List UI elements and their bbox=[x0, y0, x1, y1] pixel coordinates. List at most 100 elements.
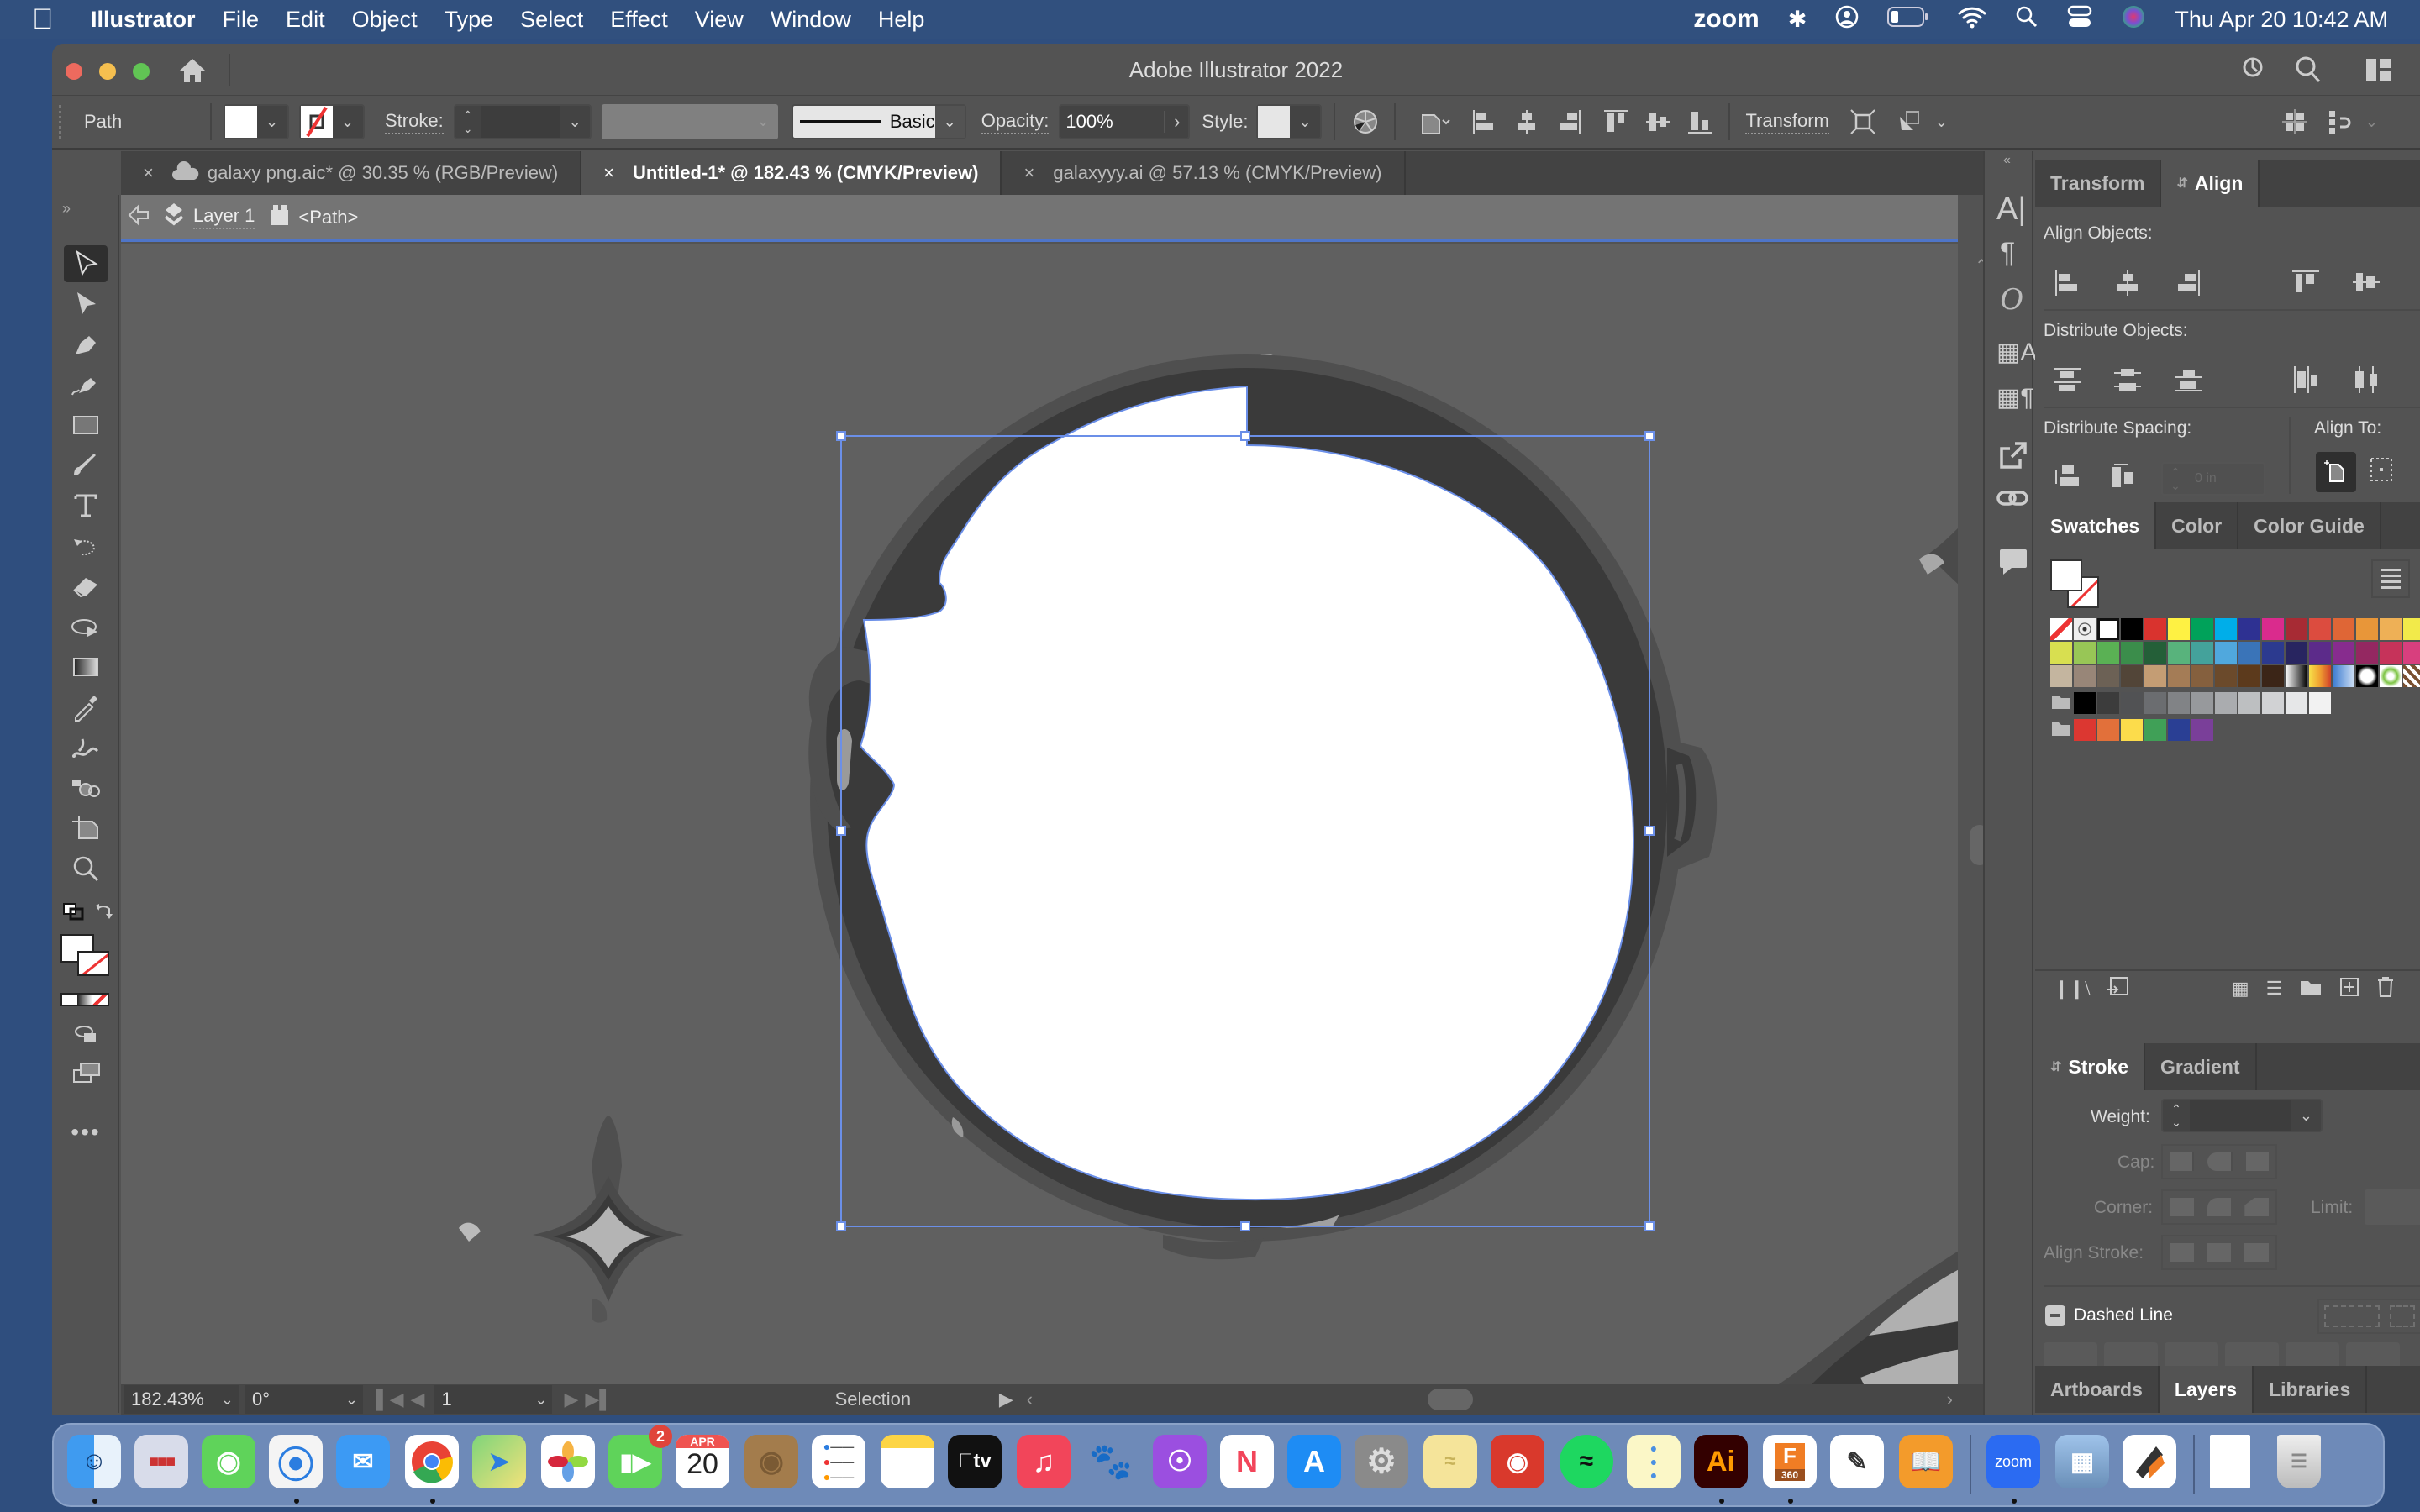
menu-type[interactable]: Type bbox=[445, 7, 494, 33]
swatch[interactable] bbox=[2074, 719, 2096, 741]
doc-tab-galaxy-png[interactable]: × galaxy png.aic* @ 30.35 % (RGB/Preview… bbox=[121, 151, 582, 195]
swatch[interactable] bbox=[2144, 665, 2166, 687]
zoom-level-value[interactable]: 182.43% bbox=[124, 1389, 216, 1410]
battery-icon[interactable] bbox=[1887, 6, 1929, 34]
align-horizontal-center-icon[interactable] bbox=[1510, 105, 1544, 139]
dock-podcasts[interactable]: ☉ bbox=[1153, 1435, 1207, 1488]
menu-view[interactable]: View bbox=[695, 7, 744, 33]
dock-fusion-360[interactable]: F 360 bbox=[1763, 1435, 1817, 1488]
tab-stroke[interactable]: ⇵ Stroke bbox=[2035, 1043, 2145, 1090]
opacity-field[interactable]: 100% › bbox=[1059, 104, 1191, 139]
swatch[interactable] bbox=[2215, 642, 2237, 664]
swatch[interactable] bbox=[2097, 692, 2119, 714]
chevron-down-icon[interactable]: ⌄ bbox=[2357, 113, 2386, 131]
delete-swatch-icon[interactable] bbox=[2376, 976, 2395, 1002]
align-vertical-center-icon[interactable] bbox=[1641, 105, 1675, 139]
swatch[interactable] bbox=[2144, 692, 2166, 714]
distribute-left-button[interactable] bbox=[2289, 363, 2323, 396]
tab-align[interactable]: ⇵ Align bbox=[2161, 160, 2260, 207]
align-horizontal-center-button[interactable] bbox=[2111, 265, 2144, 299]
align-stroke-center-button[interactable] bbox=[2170, 1243, 2194, 1262]
artboard-canvas[interactable] bbox=[121, 244, 2003, 1415]
fill-color-dropdown[interactable]: ⌄ bbox=[224, 104, 289, 139]
swatch[interactable] bbox=[2262, 692, 2284, 714]
distribute-top-button[interactable] bbox=[2050, 363, 2084, 396]
horizontal-scrollbar[interactable] bbox=[1033, 1385, 1947, 1414]
spotlight-search-icon[interactable] bbox=[2015, 5, 2039, 34]
graphic-style-dropdown[interactable]: ⌄ bbox=[1256, 104, 1323, 139]
type-tool[interactable] bbox=[64, 487, 108, 524]
prev-artboard-icon[interactable]: ◀ bbox=[411, 1389, 425, 1410]
swatch[interactable] bbox=[2333, 665, 2354, 687]
align-dash-corners-button[interactable] bbox=[2390, 1305, 2415, 1327]
dock-documents-stack[interactable] bbox=[2210, 1435, 2250, 1488]
default-fill-stroke-icon[interactable] bbox=[62, 902, 84, 925]
swatch[interactable] bbox=[2356, 618, 2378, 640]
paragraph-panel-icon[interactable]: ¶ bbox=[2000, 237, 2015, 270]
dock-paw-app[interactable]: 🐾 bbox=[1084, 1435, 1138, 1488]
dock-reminders[interactable]: ●—— ●—— ●—— bbox=[812, 1435, 865, 1488]
swatch[interactable] bbox=[2238, 692, 2260, 714]
breadcrumb-layer[interactable]: Layer 1 bbox=[193, 205, 255, 229]
spacing-value[interactable]: 0 in bbox=[2188, 471, 2217, 486]
swatch[interactable] bbox=[2168, 719, 2190, 741]
search-icon[interactable] bbox=[2294, 55, 2323, 88]
dock-messages[interactable]: ◉ bbox=[202, 1435, 255, 1488]
swatch[interactable] bbox=[2121, 665, 2143, 687]
swatch[interactable] bbox=[2191, 719, 2213, 741]
swatch[interactable] bbox=[2168, 665, 2190, 687]
dock-mail[interactable]: ✉ bbox=[336, 1435, 390, 1488]
scroll-right-icon[interactable]: › bbox=[1947, 1389, 1953, 1410]
snap-icon[interactable] bbox=[2323, 105, 2357, 139]
opacity-value[interactable]: 100% bbox=[1060, 111, 1164, 133]
gradient-mode-icon[interactable] bbox=[77, 995, 92, 1005]
rotate-tool[interactable] bbox=[64, 528, 108, 564]
spacing-value-field[interactable]: ⌃ ⌄ 0 in bbox=[2161, 462, 2265, 496]
distribute-horizontal-center-button[interactable] bbox=[2349, 363, 2383, 396]
draw-mode-icon[interactable] bbox=[64, 1015, 108, 1052]
round-cap-button[interactable] bbox=[2207, 1152, 2233, 1171]
transform-button[interactable]: Transform bbox=[1745, 110, 1829, 134]
round-join-button[interactable] bbox=[2207, 1198, 2232, 1216]
swatch[interactable] bbox=[2168, 642, 2190, 664]
last-artboard-icon[interactable]: ▶▌ bbox=[585, 1389, 613, 1410]
puppet-warp-tool[interactable] bbox=[64, 729, 108, 766]
dock-books[interactable]: 📖 bbox=[1899, 1435, 1953, 1488]
menu-object[interactable]: Object bbox=[352, 7, 418, 33]
align-top-button[interactable] bbox=[2289, 265, 2323, 299]
swatch[interactable] bbox=[2074, 618, 2096, 640]
comments-icon[interactable] bbox=[1998, 546, 2028, 580]
color-mode-icon[interactable] bbox=[62, 995, 77, 1005]
swatch[interactable] bbox=[2144, 618, 2166, 640]
swatch[interactable] bbox=[2403, 642, 2420, 664]
artboard-number-value[interactable]: 1 bbox=[434, 1389, 529, 1410]
character-panel-icon[interactable]: A| bbox=[1996, 192, 2026, 228]
swatch[interactable] bbox=[2286, 618, 2307, 640]
dock-calendar[interactable]: APR 20 bbox=[676, 1435, 729, 1488]
dock-photos[interactable] bbox=[541, 1435, 595, 1488]
align-bottom-icon[interactable] bbox=[1683, 105, 1717, 139]
close-tab-icon[interactable]: × bbox=[1023, 162, 1034, 184]
user-icon[interactable] bbox=[1835, 5, 1859, 34]
swatch[interactable] bbox=[2262, 618, 2284, 640]
rotation-dropdown[interactable]: 0° ⌄ bbox=[245, 1385, 363, 1414]
dock-safari[interactable]: ⦿ bbox=[269, 1435, 323, 1488]
tab-swatches[interactable]: Swatches bbox=[2035, 502, 2157, 549]
swatch[interactable] bbox=[2097, 719, 2119, 741]
new-color-group-icon[interactable] bbox=[2299, 978, 2323, 1000]
dock-illustrator[interactable]: Ai bbox=[1694, 1435, 1748, 1488]
workspace-switcher-icon[interactable] bbox=[2365, 57, 2393, 87]
first-artboard-icon[interactable]: ▌◀ bbox=[376, 1389, 404, 1410]
swatch[interactable] bbox=[2074, 692, 2096, 714]
collapse-tools-icon[interactable]: » bbox=[62, 200, 71, 218]
swatch[interactable] bbox=[2121, 719, 2143, 741]
variable-width-profile[interactable]: ⌄ bbox=[601, 104, 778, 139]
edit-toolbar-icon[interactable]: ••• bbox=[64, 1114, 108, 1151]
swatch[interactable] bbox=[2403, 618, 2420, 640]
show-swatch-kinds-icon[interactable]: ▦ bbox=[2232, 978, 2249, 1000]
swatches-menu-button[interactable] bbox=[2371, 559, 2410, 598]
shape-builder-tool[interactable] bbox=[64, 769, 108, 806]
swatch[interactable] bbox=[2215, 618, 2237, 640]
apple-menu-icon[interactable]:  bbox=[32, 3, 57, 36]
swatch[interactable] bbox=[2286, 642, 2307, 664]
